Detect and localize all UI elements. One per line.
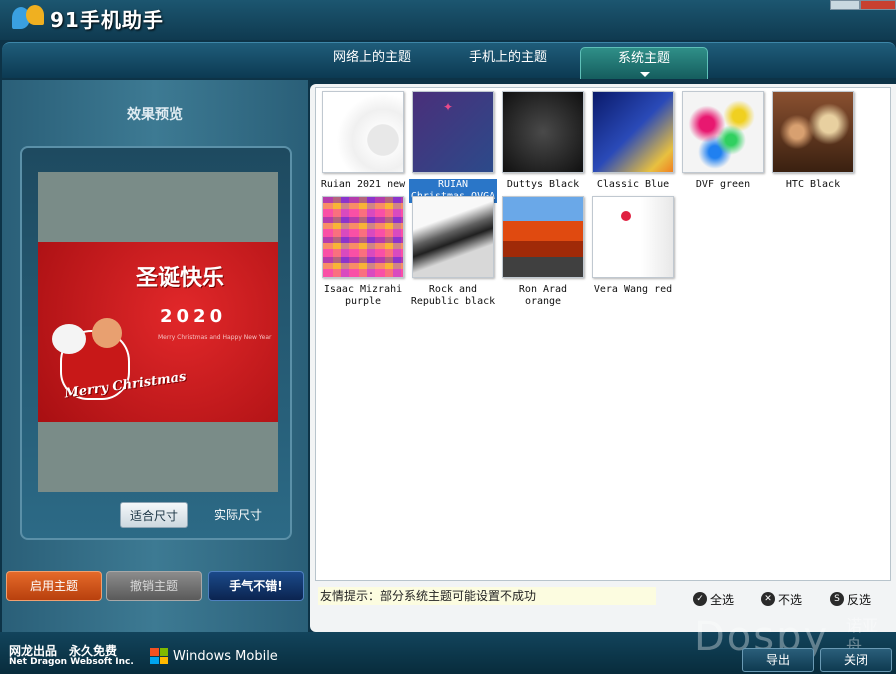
theme-item[interactable]: ✦ RUIAN Christmas QVGA <box>409 91 497 203</box>
select-all-label: 全选 <box>710 592 735 607</box>
fit-size-button[interactable]: 适合尺寸 <box>120 502 188 528</box>
theme-panel: Ruian 2021 new ✦ RUIAN Christmas QVGA Du… <box>310 84 896 632</box>
theme-thumbnail <box>592 196 674 278</box>
tab-label: 系统主题 <box>617 51 670 66</box>
theme-label: HTC Black <box>785 179 841 190</box>
platform-badge: Windows Mobile <box>150 648 278 664</box>
platform-label: Windows Mobile <box>173 648 278 664</box>
x-icon: ✕ <box>761 592 775 606</box>
theme-item[interactable]: Ruian 2021 new <box>319 91 407 201</box>
feeling-lucky-button[interactable]: 手气不错! <box>208 571 304 601</box>
theme-thumbnail <box>322 196 404 278</box>
theme-item[interactable]: Rock and Republic black <box>409 196 497 307</box>
theme-item[interactable]: Vera Wang red <box>589 196 677 306</box>
select-none-label: 不选 <box>778 592 803 607</box>
company-name-en: Net Dragon Websoft Inc. <box>9 657 134 667</box>
app-title: 91手机助手 <box>50 7 164 32</box>
window-controls <box>830 0 896 10</box>
theme-thumbnail <box>502 91 584 173</box>
theme-label: Rock and Republic black <box>410 284 496 307</box>
select-all-button[interactable]: ✓ 全选 <box>693 590 734 608</box>
theme-thumbnail <box>502 196 584 278</box>
theme-thumbnail: ✦ <box>412 91 494 173</box>
preview-panel: 效果预览 圣诞快乐 2020 Merry Christmas and Happy… <box>2 80 308 632</box>
theme-thumbnail <box>322 91 404 173</box>
theme-label: Isaac Mizrahi purple <box>323 284 403 307</box>
swap-icon: S <box>830 592 844 606</box>
close-button[interactable]: 关闭 <box>820 648 892 672</box>
theme-grid: Ruian 2021 new ✦ RUIAN Christmas QVGA Du… <box>315 87 891 581</box>
tip-message: 友情提示：部分系统主题可能设置不成功 <box>318 587 656 605</box>
theme-thumbnail <box>772 91 854 173</box>
apply-theme-button[interactable]: 启用主题 <box>6 571 102 601</box>
theme-label: Classic Blue <box>596 179 670 190</box>
windows-logo-icon <box>150 648 168 664</box>
phone-frame: 圣诞快乐 2020 Merry Christmas and Happy New … <box>20 146 292 540</box>
polar-bear-icon <box>52 324 86 354</box>
preview-year: 2020 <box>160 306 227 327</box>
tab-system-themes[interactable]: 系统主题 <box>580 47 708 79</box>
tab-online-themes[interactable]: 网络上的主题 <box>308 47 436 79</box>
logo-icon <box>10 3 48 33</box>
theme-label: Vera Wang red <box>593 284 673 295</box>
theme-item[interactable]: HTC Black <box>769 91 857 201</box>
app-logo: 91手机助手 <box>10 2 164 34</box>
theme-item[interactable]: DVF green <box>679 91 767 201</box>
chevron-down-icon <box>640 72 650 77</box>
title-bar: 91手机助手 <box>0 0 896 40</box>
tab-label: 网络上的主题 <box>332 50 411 65</box>
export-button[interactable]: 导出 <box>742 648 814 672</box>
check-icon: ✓ <box>693 592 707 606</box>
undo-theme-button[interactable]: 撤销主题 <box>106 571 202 601</box>
footer: 网龙出品 永久免费 Net Dragon Websoft Inc. Window… <box>0 614 896 674</box>
tab-label: 手机上的主题 <box>468 50 547 65</box>
minimize-button[interactable] <box>830 0 860 10</box>
reindeer-icon <box>92 318 122 348</box>
theme-item[interactable]: Duttys Black <box>499 91 587 201</box>
theme-label: Ron Arad orange <box>518 284 568 307</box>
select-none-button[interactable]: ✕ 不选 <box>761 590 802 608</box>
preview-screen: 圣诞快乐 2020 Merry Christmas and Happy New … <box>38 172 278 492</box>
preview-headline: 圣诞快乐 <box>136 266 225 291</box>
invert-label: 反选 <box>847 592 872 607</box>
tab-phone-themes[interactable]: 手机上的主题 <box>444 47 572 79</box>
preview-small-text: Merry Christmas and Happy New Year <box>158 334 272 341</box>
theme-label: Duttys Black <box>506 179 580 190</box>
theme-thumbnail <box>592 91 674 173</box>
theme-label: DVF green <box>695 179 751 190</box>
theme-item[interactable]: Ron Arad orange <box>499 196 587 307</box>
theme-thumbnail <box>412 196 494 278</box>
tab-bar: 网络上的主题 手机上的主题 系统主题 <box>2 42 896 79</box>
theme-item[interactable]: Classic Blue <box>589 91 677 201</box>
actual-size-button[interactable]: 实际尺寸 <box>204 502 272 528</box>
theme-label: Ruian 2021 new <box>320 179 406 190</box>
close-window-button[interactable] <box>860 0 896 10</box>
preview-title: 效果预览 <box>127 107 183 123</box>
invert-selection-button[interactable]: S 反选 <box>830 590 871 608</box>
christmas-preview-image: 圣诞快乐 2020 Merry Christmas and Happy New … <box>38 242 278 422</box>
theme-thumbnail <box>682 91 764 173</box>
theme-item[interactable]: Isaac Mizrahi purple <box>319 196 407 307</box>
